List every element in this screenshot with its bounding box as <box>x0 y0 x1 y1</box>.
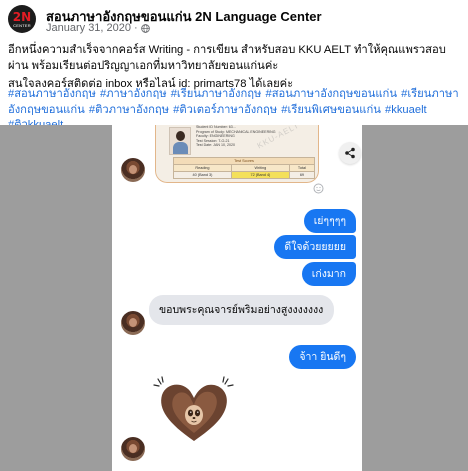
cert-line: Test Date: JAN 10, 2020 <box>196 143 235 147</box>
contact-avatar <box>121 311 145 335</box>
logo-subtext: CENTER <box>13 22 31 28</box>
hashtag-link[interactable]: #ติวเตอร์ภาษาอังกฤษ <box>173 104 277 116</box>
share-icon <box>345 147 355 159</box>
post-text: อีกหนึ่งความสำเร็จจากคอร์ส Writing - การ… <box>8 43 460 93</box>
logo-text: 2N <box>12 9 32 24</box>
outgoing-message: จ้าา ยินดีๆ <box>289 345 356 369</box>
certificate-image: Student ID Number: 63... Program of Stud… <box>155 125 319 183</box>
outgoing-message: ดีใจด้วยยยยย <box>274 235 356 259</box>
score-header: Writing <box>230 164 290 172</box>
heart-sloth-sticker <box>153 376 234 441</box>
page-avatar[interactable]: 2N CENTER <box>8 5 36 33</box>
outgoing-message: เย่ๆๆๆๆ <box>303 209 356 233</box>
contact-avatar <box>121 158 145 182</box>
score-cell: 40 (Band 3) <box>173 171 232 179</box>
hashtag-link[interactable]: #kkuaelt <box>385 104 427 116</box>
hashtag-link[interactable]: #ภาษาอังกฤษ <box>100 88 167 100</box>
score-cell: 69 <box>288 171 316 179</box>
incoming-message: ขอบพระคุณจารย์พริมอย่างสูงงงงงงง <box>149 295 334 325</box>
post-header: 2N CENTER สอนภาษาอังกฤษขอนแก่น 2N Langua… <box>8 5 460 35</box>
post-meta: January 31, 2020 · <box>46 22 150 34</box>
hashtag-link[interactable]: #สอนภาษาอังกฤษขอนแก่น <box>266 88 397 100</box>
score-header: Reading <box>173 164 232 172</box>
share-button[interactable] <box>339 142 361 164</box>
post-photo[interactable]: Student ID Number: 63... Program of Stud… <box>0 125 468 471</box>
meta-separator: · <box>134 22 138 34</box>
score-cell: 72 (Band 4) <box>230 171 290 179</box>
hashtag-link[interactable]: #ติวภาษาอังกฤษ <box>89 104 169 116</box>
hashtag-link[interactable]: #เรียนพิเศษขอนแก่น <box>281 104 381 116</box>
globe-icon[interactable] <box>140 23 150 33</box>
score-header: Total <box>288 164 316 172</box>
add-reaction-icon[interactable] <box>313 182 325 194</box>
score-table: Test Scores Reading Writing Total 40 (Ba… <box>173 157 316 179</box>
chat-screenshot: Student ID Number: 63... Program of Stud… <box>112 125 362 471</box>
hashtag-link[interactable]: #เรียนภาษาอังกฤษ <box>171 88 262 100</box>
post-line-1: อีกหนึ่งความสำเร็จจากคอร์ส Writing - การ… <box>8 44 446 72</box>
outgoing-message: เก่งมาก <box>301 262 356 286</box>
score-table-caption: Test Scores <box>173 157 315 165</box>
hashtag-link[interactable]: #สอนภาษาอังกฤษ <box>8 88 96 100</box>
post-date-link[interactable]: January 31, 2020 <box>46 22 131 34</box>
contact-avatar <box>121 437 145 461</box>
